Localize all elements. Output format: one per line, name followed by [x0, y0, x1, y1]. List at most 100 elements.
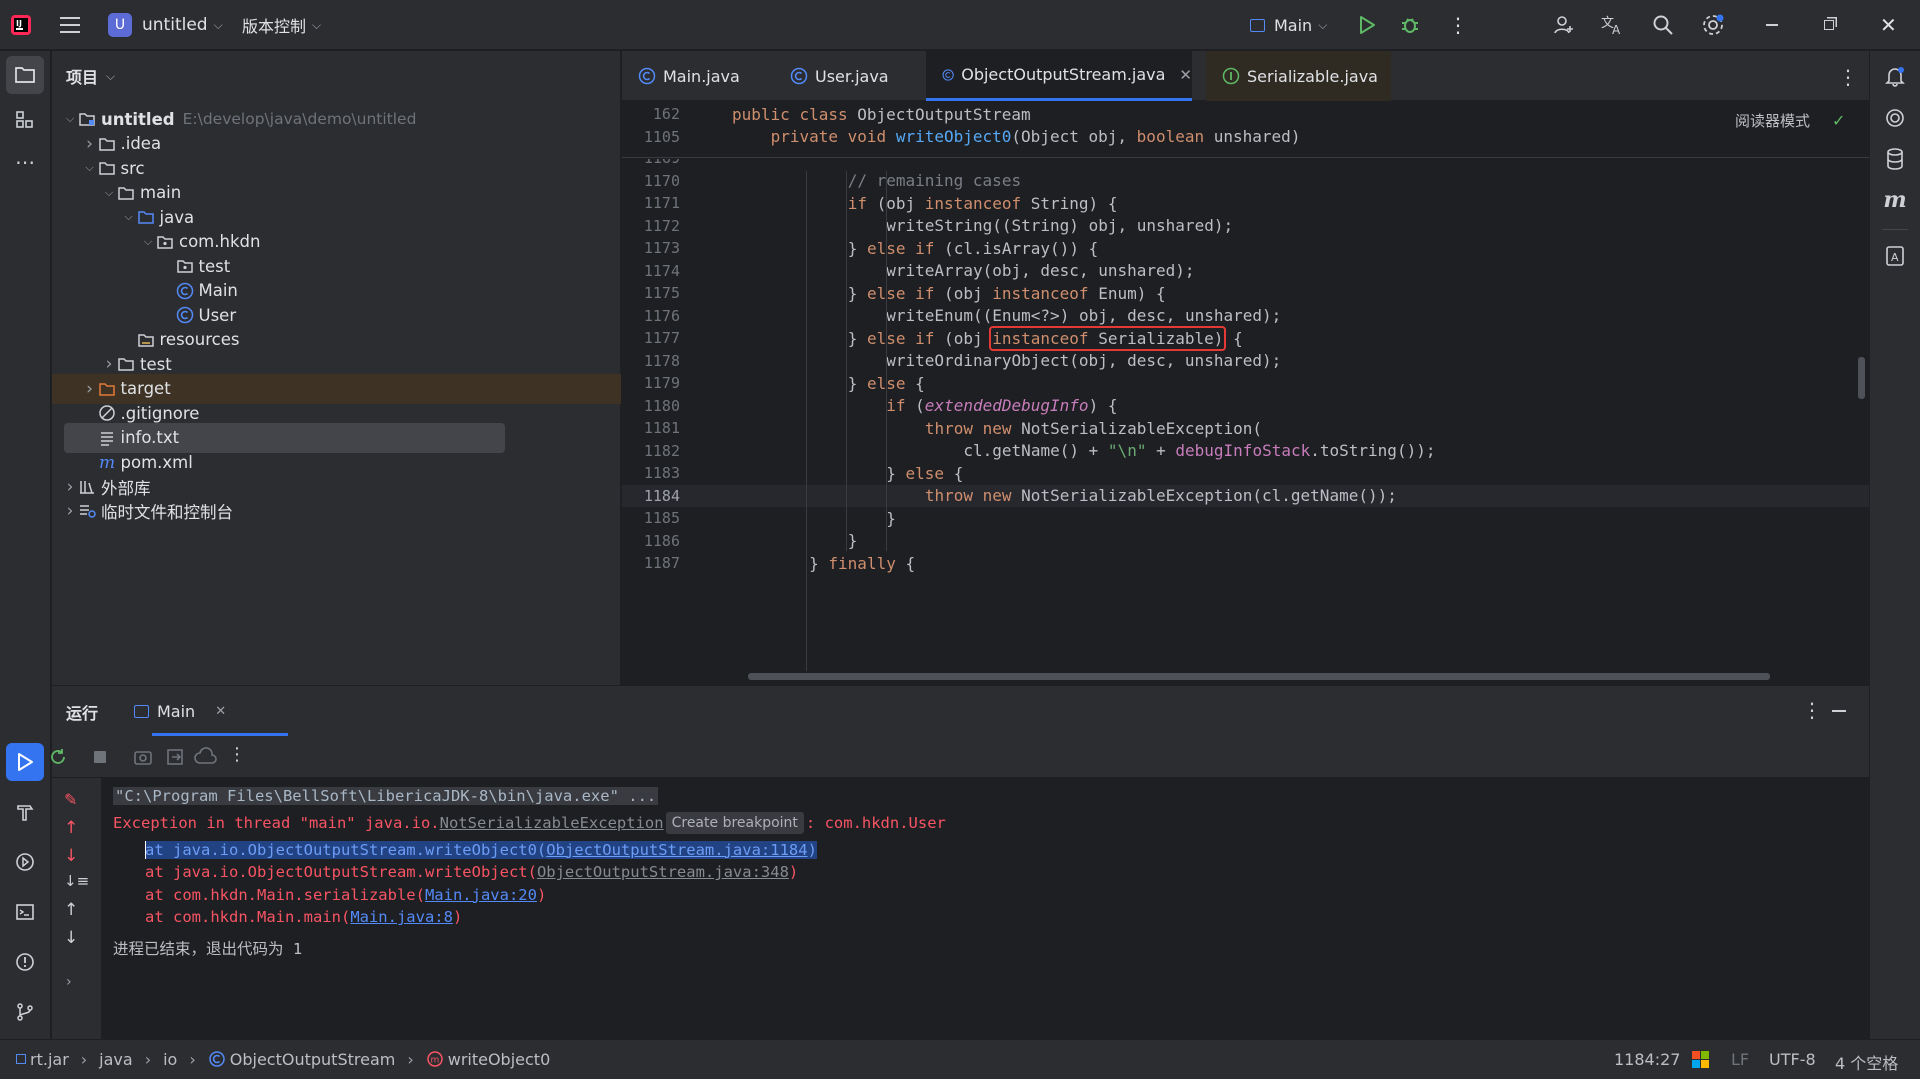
project-panel-header[interactable]: 项目 ⌵ [66, 51, 115, 101]
chevron-right-icon[interactable]: › [66, 974, 72, 990]
stack-frame-link[interactable]: Main.java:20 [425, 886, 537, 904]
console-command[interactable]: "C:\Program Files\BellSoft\LibericaJDK-8… [113, 786, 659, 805]
next-error-icon[interactable]: ↓ [64, 846, 78, 866]
debug-button[interactable] [1400, 0, 1424, 50]
minimize-icon[interactable] [1766, 0, 1786, 50]
file-encoding[interactable]: UTF-8 [1769, 1050, 1816, 1069]
stack-frame-link[interactable]: Main.java:8 [350, 908, 453, 926]
database-tool-button[interactable] [1876, 140, 1914, 178]
project-selector[interactable]: U untitled ⌵ [108, 0, 223, 50]
code-line[interactable]: 1180 if (extendedDebugInfo) { [622, 395, 1869, 418]
vertical-scrollbar[interactable] [1858, 357, 1865, 399]
tree-item-临时文件和控制台[interactable]: › 临时文件和控制台 [52, 496, 621, 526]
structure-tool-button[interactable] [6, 101, 44, 139]
create-breakpoint-button[interactable]: Create breakpoint [665, 811, 804, 834]
exception-class-link[interactable]: NotSerializableException [440, 814, 664, 832]
services-tool-button[interactable] [6, 843, 44, 881]
rerun-icon[interactable] [47, 746, 69, 768]
close-tab-icon[interactable]: ✕ [1179, 66, 1192, 84]
sticky-line[interactable]: 1105 private void writeObject0(Object ob… [622, 126, 1869, 149]
project-tool-button[interactable] [6, 56, 44, 94]
indent-setting[interactable]: 4 个空格 [1835, 1050, 1898, 1074]
close-tab-icon[interactable]: ✕ [215, 704, 226, 719]
chevron-down-icon[interactable]: ⌵ [121, 209, 137, 225]
add-user-icon[interactable] [1553, 0, 1577, 50]
breadcrumb-item[interactable]: io [163, 1050, 177, 1069]
code-line[interactable]: 1185 } [622, 507, 1869, 530]
sticky-line[interactable]: 162 public class ObjectOutputStream [622, 103, 1869, 126]
chevron-down-icon[interactable]: ⌵ [101, 185, 117, 201]
stack-frame-link[interactable]: ObjectOutputStream.java:1184 [546, 841, 807, 859]
stack-trace-line[interactable]: at com.hkdn.Main.main(Main.java:8) [145, 904, 462, 932]
breadcrumb-item[interactable]: rt.jar [30, 1050, 69, 1069]
stop-icon[interactable] [94, 751, 106, 763]
code-line[interactable]: 1174 writeArray(obj, desc, unshared); [622, 260, 1869, 283]
code-line[interactable]: 1178 writeOrdinaryObject(obj, desc, unsh… [622, 350, 1869, 373]
caret-position[interactable]: 1184:27 [1614, 1050, 1680, 1069]
chevron-right-icon[interactable]: › [82, 379, 98, 399]
more-actions-icon[interactable]: ⋮ [228, 744, 246, 765]
code-line[interactable]: 1182 cl.getName() + "\n" + debugInfoStac… [622, 440, 1869, 463]
settings-gear-icon[interactable] [1701, 0, 1727, 50]
main-menu-icon[interactable] [60, 0, 88, 50]
horizontal-scrollbar[interactable] [748, 673, 1770, 680]
code-line[interactable]: 1169 [622, 159, 1869, 170]
hide-panel-icon[interactable] [1832, 710, 1846, 712]
code-line[interactable]: 1172 writeString((String) obj, unshared)… [622, 215, 1869, 238]
code-line[interactable]: 1179 } else { [622, 372, 1869, 395]
run-button[interactable] [1358, 0, 1382, 50]
scroll-down-icon[interactable]: ↓ [64, 928, 78, 948]
code-line[interactable]: 1177 } else if (obj instanceof Serializa… [622, 325, 1869, 351]
code-line[interactable]: 1173 } else if (cl.isArray()) { [622, 237, 1869, 260]
breadcrumb-item[interactable]: writeObject0 [448, 1050, 551, 1069]
reader-mode-toggle[interactable]: 阅读器模式 ✓ [1735, 107, 1845, 133]
more-actions-icon[interactable]: ⋮ [1448, 0, 1468, 50]
run-tab-main[interactable]: Main ✕ [134, 686, 290, 736]
editor-tab-active[interactable]: ObjectOutputStream.java ✕ [926, 51, 1192, 101]
console-output[interactable]: "C:\Program Files\BellSoft\LibericaJDK-8… [101, 778, 1869, 1039]
maven-tool-icon[interactable]: m [1876, 181, 1914, 219]
code-line[interactable]: 1181 throw new NotSerializableException( [622, 417, 1869, 440]
code-area[interactable]: 11691170 // remaining cases1171 if (obj … [622, 159, 1869, 685]
camera-icon[interactable] [132, 746, 154, 768]
run-options-icon[interactable]: ⋮ [1802, 698, 1822, 722]
code-line[interactable]: 1170 // remaining cases [622, 170, 1869, 193]
translation-tool-button[interactable]: A [1876, 237, 1914, 275]
code-line[interactable]: 1171 if (obj instanceof String) { [622, 192, 1869, 215]
chevron-down-icon[interactable]: ⌵ [62, 111, 78, 127]
chevron-right-icon[interactable]: › [101, 354, 117, 374]
scroll-up-icon[interactable]: ↑ [64, 900, 78, 920]
app-logo-icon[interactable]: IJ [10, 0, 40, 50]
export-icon[interactable] [164, 746, 186, 768]
close-window-icon[interactable]: ✕ [1880, 0, 1900, 50]
more-tools-icon[interactable]: ⋯ [6, 143, 44, 181]
notifications-tool-button[interactable] [1876, 57, 1914, 95]
code-line[interactable]: 1176 writeEnum((Enum<?>) obj, desc, unsh… [622, 305, 1869, 328]
clear-console-icon[interactable]: ✎ [64, 790, 77, 809]
code-line[interactable]: 1183 } else { [622, 462, 1869, 485]
previous-error-icon[interactable]: ↑ [64, 818, 78, 838]
code-line[interactable]: 1186 } [622, 530, 1869, 553]
chevron-right-icon[interactable]: › [82, 134, 98, 154]
code-line[interactable]: 1187 } finally { [622, 552, 1869, 575]
breadcrumb-item[interactable]: java [99, 1050, 133, 1069]
build-tool-button[interactable] [6, 793, 44, 831]
chevron-down-icon[interactable]: ⌵ [140, 234, 156, 250]
breadcrumb-item[interactable]: ObjectOutputStream [230, 1050, 396, 1069]
editor-tab[interactable]: User.java [774, 51, 899, 101]
restore-icon[interactable] [1824, 0, 1844, 50]
soft-wrap-icon[interactable]: ↓≡ [64, 872, 89, 890]
run-config-selector[interactable]: Main ⌵ [1250, 0, 1340, 50]
vcs-menu[interactable]: 版本控制 ⌵ [242, 0, 332, 50]
ai-assistant-tool-button[interactable] [1876, 99, 1914, 137]
chevron-right-icon[interactable]: › [62, 501, 78, 521]
terminal-tool-button[interactable] [6, 893, 44, 931]
chevron-right-icon[interactable]: › [62, 477, 78, 497]
editor-tab[interactable]: Main.java [622, 51, 747, 101]
tab-actions-icon[interactable]: ⋮ [1838, 65, 1858, 89]
search-icon[interactable] [1652, 0, 1676, 50]
chevron-down-icon[interactable]: ⌵ [82, 160, 98, 176]
code-line[interactable]: 1184 throw new NotSerializableException(… [622, 484, 1869, 507]
stack-frame-link[interactable]: ObjectOutputStream.java:348 [537, 863, 789, 881]
translate-icon[interactable]: 文A [1601, 0, 1627, 50]
